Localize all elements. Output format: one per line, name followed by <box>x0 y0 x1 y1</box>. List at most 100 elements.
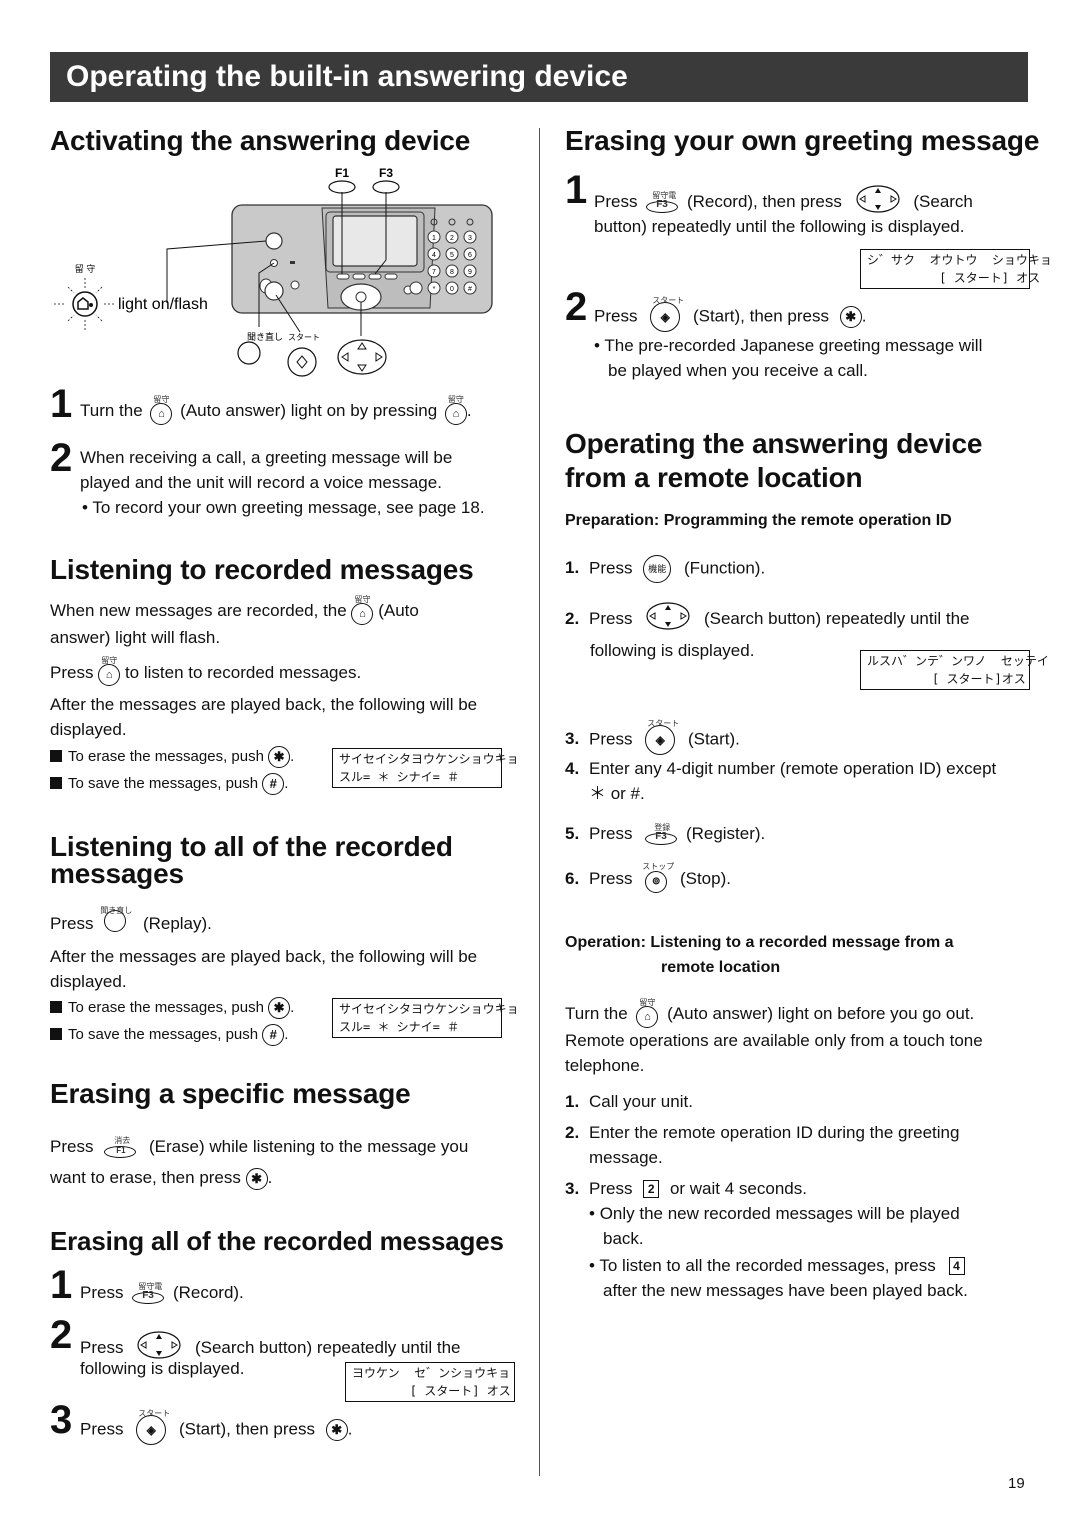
lcd-display: サイセイシタヨウケンショウキョ スル= ＊ シナイ= ＃ <box>332 748 519 788</box>
bullet-item: • Only the new recorded messages will be… <box>589 1204 960 1223</box>
start-button-icon: スタート ◈ <box>645 719 679 755</box>
step-number: 1 <box>565 168 588 212</box>
prep-step-2: 2. Press (Search button) repeatedly until… <box>565 601 970 638</box>
hash-key-icon: # <box>262 773 285 796</box>
heading-activating: Activating the answering device <box>50 125 471 156</box>
activating-step2: When receiving a call, a greeting messag… <box>80 445 530 520</box>
heading-erasing-all: Erasing all of the recorded messages <box>50 1226 504 1256</box>
lcd-display: サイセイシタヨウケンショウキョ スル= ＊ シナイ= ＃ <box>332 998 519 1038</box>
auto-answer-button-icon: 留守 ⌂ <box>98 656 121 687</box>
heading-listening-all: Listening to all of the recorded message… <box>50 831 453 889</box>
f1-label: F1 <box>335 166 349 180</box>
key-4-icon: 4 <box>948 1257 965 1275</box>
bullet-item: • To record your own greeting message, s… <box>82 498 485 517</box>
svg-text:9: 9 <box>468 269 472 276</box>
start-button-icon <box>287 347 317 377</box>
listening-all-options: To erase the messages, push ✱. To save t… <box>50 994 294 1048</box>
operation-heading: Operation: Listening to a recorded messa… <box>565 934 954 976</box>
lcd-display: ルスハ゛ンテ゛ンワノ セッテイ [ スタート]オス <box>860 650 1049 690</box>
bullet-item: • To listen to all the recorded messages… <box>565 1253 1035 1278</box>
prep-step-2-line2: following is displayed. <box>590 641 755 660</box>
key-2-icon: 2 <box>643 1180 660 1198</box>
column-divider <box>539 128 540 1476</box>
op-step: 2. Enter the remote operation ID during t… <box>565 1123 960 1142</box>
f3-register-key-icon: 登録 F3 <box>645 823 678 845</box>
erasing-all-step2-line2: following is displayed. <box>80 1359 245 1378</box>
star-key-icon: ✱ <box>245 1167 268 1190</box>
step-number: 1 <box>50 382 73 426</box>
f3-key-icon <box>372 180 400 194</box>
listening-all-body: After the messages are played back, the … <box>50 947 478 991</box>
op-step: 1. Call your unit. <box>565 1092 693 1111</box>
star-key-icon: ✱ <box>268 997 291 1020</box>
page-title-banner: Operating the built-in answering device <box>50 52 1028 102</box>
f3-record-key-icon: 留守電 F3 <box>132 1282 165 1304</box>
erasing-greeting-step2: Press スタート ◈ (Start), then press ✱. <box>594 296 866 332</box>
heading-listening: Listening to recorded messages <box>50 554 474 585</box>
activating-step1: Turn the 留守 ⌂ (Auto answer) light on by p… <box>80 395 472 425</box>
light-flash-label: light on/flash <box>118 296 208 313</box>
auto-answer-button-icon: 留守 ⌂ <box>150 395 173 425</box>
start-button-icon: スタート ◈ <box>136 1409 170 1445</box>
step-number: 2 <box>50 436 73 480</box>
replay-button-icon: 聞き直し <box>100 906 132 939</box>
prep-heading: Preparation: Programming the remote oper… <box>565 512 952 529</box>
replay-button-icon <box>237 341 261 365</box>
erasing-all-step3: Press スタート ◈ (Start), then press ✱. <box>80 1409 352 1445</box>
svg-text:8: 8 <box>450 269 454 276</box>
svg-text:7: 7 <box>432 269 436 276</box>
step-number: 1 <box>50 1263 73 1307</box>
page-number: 19 <box>1008 1475 1025 1492</box>
svg-text:留 守: 留 守 <box>75 263 96 274</box>
operation-steps: 1. Call your unit. 2. Enter the remote ope… <box>565 1089 1035 1303</box>
svg-text:1: 1 <box>432 235 436 242</box>
svg-text:4: 4 <box>432 252 436 259</box>
f3-record-key-icon: 留守電 F3 <box>646 191 679 213</box>
auto-answer-button-icon: 留守 ⌂ <box>444 395 467 425</box>
function-button-icon: 機能 <box>643 555 672 583</box>
svg-text:*: * <box>433 286 436 293</box>
op-step: 3. Press 2 or wait 4 seconds. <box>565 1179 807 1198</box>
heading-erasing-specific: Erasing a specific message <box>50 1078 411 1109</box>
listening-body: When new messages are recorded, the 留守 ⌂ … <box>50 594 478 740</box>
svg-text:3: 3 <box>468 235 472 242</box>
erasing-greeting-step1-line2: button) repeatedly until the following i… <box>594 217 965 236</box>
star-key-icon: ✱ <box>839 306 862 328</box>
lcd-display: ヨウケン セ゛ンショウキョ [ スタート] オス <box>345 1362 515 1402</box>
prep-step-5: 5. Press 登録 F3 (Register). <box>565 822 766 845</box>
f1-erase-key-icon: 消去 F1 <box>104 1136 137 1158</box>
erasing-specific-body: Press 消去 F1 (Erase) while listening to th… <box>50 1134 530 1190</box>
lcd-screen <box>332 215 418 267</box>
svg-text:5: 5 <box>450 252 454 259</box>
f3-label: F3 <box>379 166 393 180</box>
step-number: 3 <box>50 1398 73 1442</box>
f1-key-icon <box>328 180 356 194</box>
hash-key-icon: # <box>262 1024 285 1047</box>
svg-text:スタート: スタート <box>288 333 320 342</box>
fax-panel-diagram: F1 F3 1 2 3 4 5 6 7 8 9 * 0 # 留 守 light … <box>54 166 493 377</box>
replay-line: Press 聞き直し (Replay). <box>50 906 212 939</box>
heading-erasing-greeting: Erasing your own greeting message <box>565 125 1040 156</box>
auto-answer-button-icon: 留守 ⌂ <box>636 998 659 1028</box>
start-button-icon: スタート ◈ <box>650 296 684 332</box>
bullet-item: • The pre-recorded Japanese greeting mes… <box>594 336 983 380</box>
prep-step-3: 3. Press スタート ◈ (Start). <box>565 719 740 755</box>
erasing-all-step1: Press 留守電 F3 (Record). <box>80 1281 244 1304</box>
auto-answer-button-icon: 留守 ⌂ <box>351 595 374 625</box>
prep-step-1: 1. Press 機能 (Function). <box>565 555 765 583</box>
operation-body: Turn the 留守 ⌂ (Auto answer) light on befo… <box>565 997 983 1075</box>
search-button-icon <box>645 601 691 638</box>
svg-text:聞き直し: 聞き直し <box>247 331 283 342</box>
search-button-icon <box>337 339 387 375</box>
prep-step-6: 6. Press ストップ ⊚ (Stop). <box>565 862 731 894</box>
svg-text:#: # <box>468 286 472 293</box>
stop-button-icon: ストップ ⊚ <box>642 862 674 894</box>
svg-text:6: 6 <box>468 252 472 259</box>
svg-text:0: 0 <box>450 286 454 293</box>
svg-text:2: 2 <box>450 235 454 242</box>
star-key-icon: ✱ <box>325 1419 348 1441</box>
lcd-display: シ゛サク オウトウ ショウキョ [ スタート] オス <box>860 249 1052 289</box>
star-key-icon: ✱ <box>268 746 291 769</box>
prep-step-4: 4. Enter any 4-digit number (remote opera… <box>565 759 997 803</box>
heading-remote: Operating the answering device from a re… <box>565 428 983 493</box>
